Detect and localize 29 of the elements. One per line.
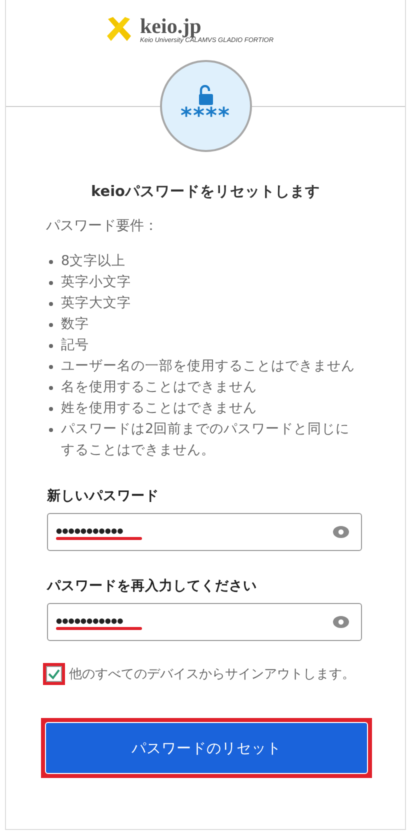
requirement-text: 姓を使用することはできません	[61, 399, 257, 418]
masked-password-text: ****	[180, 107, 231, 127]
requirement-text: パスワードは2回前までのパスワードと同じにすることはできません。	[61, 420, 351, 460]
page-title: keioパスワードをリセットします	[90, 183, 322, 201]
bullet-icon	[49, 344, 53, 348]
bullet-icon	[49, 407, 53, 411]
requirement-text: 数字	[61, 315, 89, 334]
eye-icon[interactable]	[333, 526, 349, 538]
requirement-text: 名を使用することはできません	[61, 378, 257, 397]
bullet-icon	[49, 302, 53, 306]
requirement-text: 記号	[61, 336, 89, 355]
field-label: パスワードを再入力してください	[47, 577, 258, 595]
requirement-text: 8文字以上	[61, 252, 126, 271]
eye-icon[interactable]	[333, 616, 349, 628]
checkbox-label: 他のすべてのデバイスからサインアウトします。	[69, 666, 355, 683]
requirement-text: ユーザー名の一部を使用することはできません	[61, 357, 355, 376]
bullet-icon	[49, 428, 53, 432]
bullet-icon	[49, 323, 53, 327]
bullet-icon	[49, 260, 53, 264]
field-label: 新しいパスワード	[47, 487, 160, 505]
requirement-text: 英字小文字	[61, 273, 131, 292]
logo-name: keio.jp	[140, 14, 202, 36]
unlocked-padlock-icon	[198, 85, 214, 105]
bullet-icon	[49, 281, 53, 285]
requirements-heading: パスワード要件：	[46, 217, 159, 235]
bullet-icon	[49, 386, 53, 390]
bullet-icon	[49, 365, 53, 369]
requirement-text: 英字大文字	[61, 294, 131, 313]
reset-password-button[interactable]: パスワードのリセット	[45, 722, 368, 774]
